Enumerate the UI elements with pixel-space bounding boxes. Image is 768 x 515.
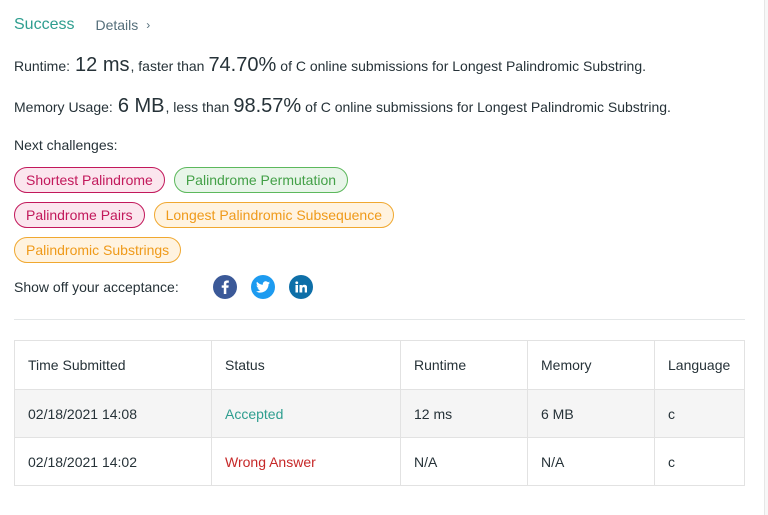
facebook-icon[interactable] bbox=[213, 275, 237, 299]
chevron-right-icon: › bbox=[146, 18, 151, 32]
cell-runtime: N/A bbox=[400, 437, 528, 486]
next-challenges-label: Next challenges: bbox=[14, 137, 118, 153]
memory-percent: 98.57% bbox=[233, 95, 302, 117]
column-header-runtime[interactable]: Runtime bbox=[400, 340, 528, 390]
status-label: Success bbox=[14, 16, 75, 33]
runtime-stat: Runtime: 12 ms , faster than 74.70% of C… bbox=[14, 54, 745, 80]
cell-language: c bbox=[654, 437, 745, 486]
twitter-icon[interactable] bbox=[251, 275, 275, 299]
memory-label: Memory Usage: bbox=[14, 99, 113, 115]
challenge-palindromic-substrings[interactable]: Palindromic Substrings bbox=[14, 237, 182, 263]
challenge-longest-palindromic-subsequence[interactable]: Longest Palindromic Subsequence bbox=[153, 202, 394, 228]
scrollbar[interactable] bbox=[764, 0, 768, 515]
status-link-accepted[interactable]: Accepted bbox=[225, 406, 283, 422]
table-row: 02/18/2021 14:08 Accepted 12 ms 6 MB c bbox=[14, 389, 745, 438]
cell-memory: N/A bbox=[527, 437, 655, 486]
memory-mid-text: , less than bbox=[165, 99, 230, 115]
details-link[interactable]: Details › bbox=[95, 17, 150, 33]
submission-result-panel: Success Details › Runtime: 12 ms , faste… bbox=[14, 0, 745, 486]
challenge-shortest-palindrome[interactable]: Shortest Palindrome bbox=[14, 167, 165, 193]
next-challenges-list: Shortest Palindrome Palindrome Permutati… bbox=[14, 167, 434, 272]
cell-language: c bbox=[654, 389, 745, 438]
memory-stat: Memory Usage: 6 MB , less than 98.57% of… bbox=[14, 95, 745, 121]
cell-time: 02/18/2021 14:02 bbox=[14, 437, 212, 486]
table-row: 02/18/2021 14:02 Wrong Answer N/A N/A c bbox=[14, 437, 745, 486]
cell-status: Wrong Answer bbox=[211, 437, 401, 486]
share-label: Show off your acceptance: bbox=[14, 279, 179, 295]
cell-time: 02/18/2021 14:08 bbox=[14, 389, 212, 438]
table-header-row: Time Submitted Status Runtime Memory Lan… bbox=[14, 340, 745, 390]
runtime-value: 12 ms bbox=[75, 54, 130, 76]
column-header-language[interactable]: Language bbox=[654, 340, 745, 390]
challenge-palindrome-pairs[interactable]: Palindrome Pairs bbox=[14, 202, 145, 228]
cell-status: Accepted bbox=[211, 389, 401, 438]
cell-memory: 6 MB bbox=[527, 389, 655, 438]
details-label: Details bbox=[95, 17, 139, 33]
status-link-wrong-answer[interactable]: Wrong Answer bbox=[225, 454, 316, 470]
column-header-time[interactable]: Time Submitted bbox=[14, 340, 212, 390]
runtime-label: Runtime: bbox=[14, 58, 71, 74]
linkedin-icon[interactable] bbox=[289, 275, 313, 299]
runtime-suffix: of C online submissions for Longest Pali… bbox=[280, 58, 647, 74]
result-header: Success Details › bbox=[14, 13, 745, 37]
column-header-status[interactable]: Status bbox=[211, 340, 401, 390]
runtime-mid-text: , faster than bbox=[130, 58, 205, 74]
share-row: Show off your acceptance: bbox=[14, 274, 745, 300]
cell-runtime: 12 ms bbox=[400, 389, 528, 438]
challenge-palindrome-permutation[interactable]: Palindrome Permutation bbox=[173, 167, 349, 193]
runtime-percent: 74.70% bbox=[208, 54, 277, 76]
memory-suffix: of C online submissions for Longest Pali… bbox=[305, 99, 671, 115]
section-divider bbox=[14, 319, 745, 320]
column-header-memory[interactable]: Memory bbox=[527, 340, 655, 390]
memory-value: 6 MB bbox=[117, 95, 165, 117]
submissions-table: Time Submitted Status Runtime Memory Lan… bbox=[14, 340, 745, 486]
